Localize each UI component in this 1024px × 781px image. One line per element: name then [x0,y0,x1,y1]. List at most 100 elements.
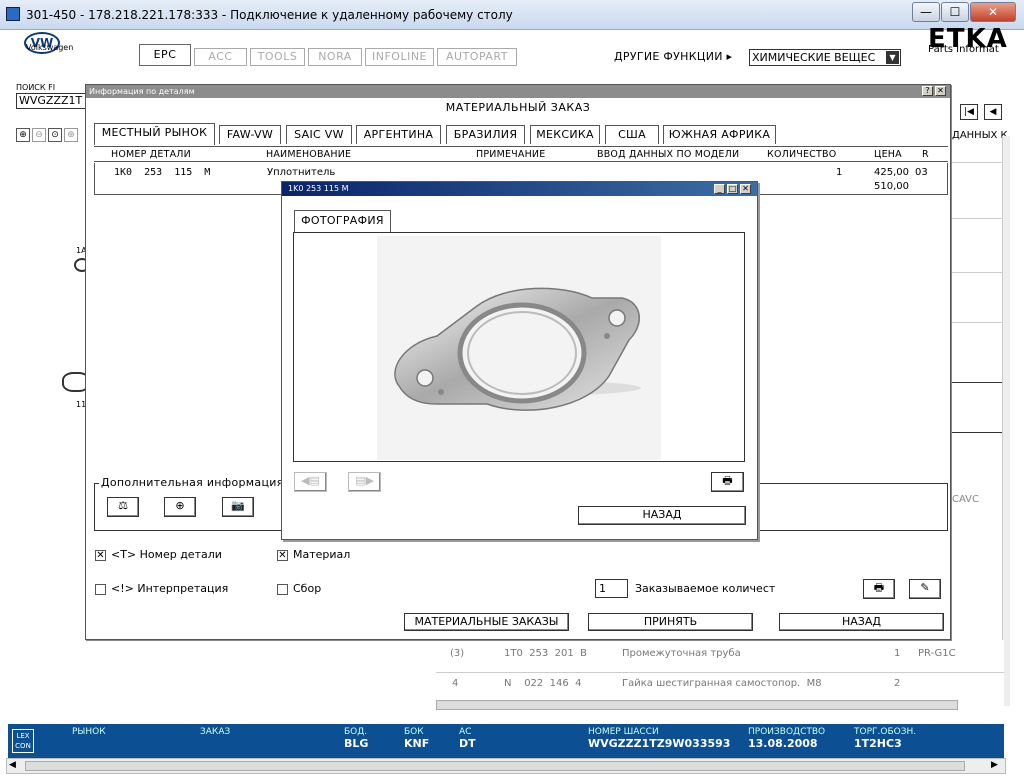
assembly-checkbox[interactable] [277,584,288,595]
dialog-title-bar: Информация по деталям [86,85,950,98]
right-column-header: ДАННЫХ К [952,130,1008,141]
status-value: 1T2HC3 [854,737,902,750]
zoom-area-icon[interactable]: ⊕ [64,128,78,142]
close-button[interactable]: ✕ [970,2,1016,22]
status-bar: LEX CON РЫНОК ЗАКАЗ БОД. BLG БОК KNF АС DT … [8,724,1004,758]
minimize-button[interactable]: — [912,2,940,22]
col-price: ЦЕНА [874,149,902,160]
photo-minimize-button[interactable]: _ [714,184,725,194]
table-header: НОМЕР ДЕТАЛИ НАИМЕНОВАНИЕ ПРИМЕЧАНИЕ ВВО… [94,146,948,162]
photo-back-button[interactable]: НАЗАД [578,506,746,525]
col-part-number: НОМЕР ДЕТАЛИ [111,149,191,160]
photo-maximize-button[interactable]: □ [727,184,738,194]
photo-dialog: 1K0 253 115 M _ □ ✕ ФОТОГРАФИЯ ◀▤ ▤▶ 🖶 Н… [281,181,758,540]
search-input[interactable]: WVGZZZ1T [16,93,88,109]
tab-usa[interactable]: США [605,125,659,144]
chem-select[interactable]: ХИМИЧЕСКИЕ ВЕЩЕС [749,49,901,66]
row-r: 03 [915,167,928,178]
background-table: (3) 1T0 253 201 B Промежуточная труба 1 … [436,640,1004,710]
status-production: ПРОИЗВОДСТВО 13.08.2008 [748,727,825,750]
row-pos: (3) [450,648,465,659]
scroll-left-icon[interactable]: ◀ [9,760,16,770]
etka-subtitle: Parts Informat [928,44,999,55]
row-line [950,162,1004,163]
dialog-heading: МАТЕРИАЛЬНЫЙ ЗАКАЗ [445,101,591,114]
material-orders-button[interactable]: МАТЕРИАЛЬНЫЕ ЗАКАЗЫ [404,613,569,631]
col-note: ПРИМЕЧАНИЕ [476,149,546,160]
status-value: BLG [344,737,369,750]
tab-saic-vw[interactable]: SAIC VW [286,125,352,144]
app-header: VW Volkswagen EPC ACC TOOLS NORA INFOLIN… [6,24,1018,82]
edit-icon-button[interactable]: ✎ [909,579,941,599]
row-code: PR-G1C [918,648,956,659]
tab-mexico[interactable]: МЕКСИКА [530,125,600,144]
photo-prev-icon-button[interactable]: ◀▤ [294,472,327,492]
row-price-2: 510,00 [874,181,909,192]
photo-print-icon-button[interactable]: 🖶 [711,472,744,492]
table-row[interactable]: 4 N 022 146 4 Гайка шестигранная самосто… [436,678,1004,702]
back-button[interactable]: НАЗАД [779,613,944,631]
horizontal-scrollbar[interactable] [436,700,958,710]
part-number-checkbox-label: <T> Номер детали [111,548,222,561]
status-label: РЫНОК [72,727,106,737]
scale-icon-button[interactable]: ⚖ [107,497,139,517]
status-gearbox: БОК KNF [404,727,429,750]
interpretation-checkbox[interactable] [95,584,106,595]
chevron-down-icon[interactable]: ▼ [886,51,899,64]
row-part: N 022 146 4 [504,678,582,689]
status-label: БОД. [344,727,368,737]
vertical-scrollbar[interactable] [1002,136,1010,706]
material-checkbox[interactable]: ✕ [277,550,288,561]
row-name: Промежуточная труба [622,648,741,659]
status-label: ПРОИЗВОДСТВО [748,727,826,737]
camera-icon-button[interactable]: 📷 [222,497,254,517]
maximize-button[interactable]: ☐ [941,2,969,22]
status-trade: ТОРГ.ОБОЗН. 1T2HC3 [854,727,916,750]
tab-local-market[interactable]: МЕСТНЫЙ РЫНОК [94,123,215,145]
row-part-number: 1K0 253 115 M [114,167,211,178]
order-quantity-input[interactable]: 1 [595,579,628,598]
nav-first-icon[interactable]: |◀ [960,104,978,120]
row-name: Уплотнитель [267,167,336,178]
tab-nora[interactable]: NORA [308,48,362,66]
tab-epc[interactable]: EPC [139,44,191,66]
col-quantity: КОЛИЧЕСТВО [767,149,837,160]
rdp-horizontal-scrollbar[interactable]: ◀ ▶ [6,758,1006,774]
dialog-close-button[interactable]: ✕ [935,86,946,96]
photo-next-icon-button[interactable]: ▤▶ [348,472,381,492]
material-checkbox-label: Материал [293,548,351,561]
row-line [950,218,1004,219]
print-icon-button[interactable]: 🖶 [863,579,895,599]
part-number-checkbox[interactable]: ✕ [95,550,106,561]
tab-tools[interactable]: TOOLS [250,48,305,66]
tab-faw-vw[interactable]: FAW-VW [219,125,281,144]
nav-prev-icon[interactable]: ◀ [984,104,1002,120]
status-label: НОМЕР ШАССИ [588,727,659,737]
add-image-icon-button[interactable]: ⊕ [164,497,196,517]
other-functions-menu[interactable]: ДРУГИЕ ФУНКЦИИ ▸ [614,50,732,63]
tab-photo[interactable]: ФОТОГРАФИЯ [294,210,391,232]
tab-south-africa[interactable]: ЮЖНАЯ АФРИКА [663,125,776,144]
row-line [950,382,1004,383]
accept-button[interactable]: ПРИНЯТЬ [588,613,753,631]
photo-close-button[interactable]: ✕ [740,184,751,194]
status-order: ЗАКАЗ [200,727,230,737]
table-row[interactable]: (3) 1T0 253 201 B Промежуточная труба 1 … [436,648,1004,672]
zoom-out-icon[interactable]: ⊖ [32,128,46,142]
tab-infoline[interactable]: INFOLINE [365,48,434,66]
tab-autopart[interactable]: AUTOPART [437,48,517,66]
help-button[interactable]: ? [922,86,933,96]
scroll-right-icon[interactable]: ▶ [991,760,998,770]
zoom-fit-icon[interactable]: ⊙ [48,128,62,142]
gasket-photo [377,236,661,460]
tab-acc[interactable]: ACC [194,48,247,66]
zoom-in-icon[interactable]: ⊕ [16,128,30,142]
status-label: ЗАКАЗ [200,727,231,737]
tab-brazil[interactable]: БРАЗИЛИЯ [446,125,525,144]
tab-argentina[interactable]: АРГЕНТИНА [356,125,441,144]
status-market: РЫНОК [72,727,106,737]
status-value: KNF [404,737,430,750]
photo-title: 1K0 253 115 M [288,184,349,193]
row-name: Гайка шестигранная самостопор. M8 [622,678,822,689]
scroll-thumb[interactable] [25,761,965,771]
